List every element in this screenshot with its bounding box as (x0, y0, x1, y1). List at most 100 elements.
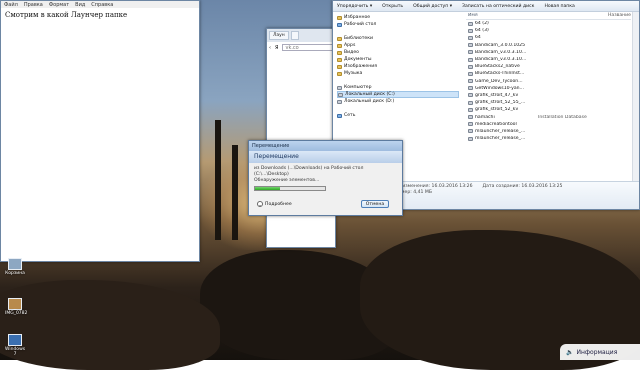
file-icon (468, 43, 473, 48)
share-button[interactable]: Общий доступ ▾ (413, 4, 452, 9)
nav-item[interactable]: Избранное (337, 14, 459, 21)
desktop-icon-image[interactable]: IMG_0782 (5, 298, 27, 316)
file-icon (468, 28, 473, 33)
file-name-cell: Game_Dev_Tycoon... (466, 79, 536, 84)
file-icon (468, 79, 473, 84)
browser-tab[interactable]: Лаун (269, 31, 289, 40)
file-name: Game_Dev_Tycoon... (475, 78, 523, 84)
music-icon (337, 71, 342, 76)
yandex-icon[interactable]: Я (275, 45, 278, 51)
file-icon (468, 57, 473, 62)
vertical-scrollbar[interactable] (632, 12, 639, 181)
file-row[interactable]: GetWindows10-yan... (466, 85, 631, 92)
column-name[interactable]: Имя (466, 13, 531, 18)
browser-address-row: ‹ Я vk.co (267, 42, 335, 53)
nav-item[interactable]: Документы (337, 56, 459, 63)
file-name: grafik_stroit_52_kv (475, 107, 519, 113)
browser-tab[interactable] (290, 31, 299, 40)
nav-item[interactable] (337, 28, 459, 35)
nav-item[interactable]: Рабочий стол (337, 21, 459, 28)
notepad-text-area[interactable]: Смотрим в какой Лаунчер папке (1, 8, 199, 22)
star-icon (337, 15, 342, 20)
file-row[interactable]: grafik_stroit_47_kv (466, 92, 631, 99)
desktop-icon-recycle-bin[interactable]: Корзина (5, 258, 25, 276)
drive-icon (338, 92, 343, 97)
desktop-icon-windows[interactable]: Windows 7 (5, 334, 25, 357)
nav-item[interactable]: Локальный диск (D:) (337, 98, 459, 105)
file-icon (468, 115, 473, 120)
more-details-toggle[interactable]: ⌄ Подробнее (257, 201, 292, 207)
file-row[interactable]: Bandicam_v3.0.3.10... (466, 49, 631, 56)
open-button[interactable]: Открыть (382, 4, 403, 9)
address-bar[interactable]: vk.co (282, 44, 333, 51)
library-icon (337, 36, 342, 41)
file-icon (468, 136, 473, 141)
file-name: grafik_stroit_47_kv (475, 92, 519, 98)
file-row[interactable]: BlueStacks2_native (466, 63, 631, 70)
menu-help[interactable]: Справка (91, 2, 113, 8)
file-icon (468, 21, 473, 26)
nav-item[interactable]: Изображения (337, 63, 459, 70)
nav-item[interactable]: Локальный диск (C:) (337, 91, 459, 98)
organize-button[interactable]: Упорядочить ▾ (337, 4, 372, 9)
nav-item[interactable]: Сеть (337, 112, 459, 119)
file-name: 64 (3) (475, 28, 489, 34)
column-title[interactable]: Название (608, 13, 631, 18)
file-list: Имя Название 64 (2) 64 (3) 64 Bandicam_3.0.… (466, 12, 631, 181)
file-name: 64 (475, 35, 481, 41)
browser-tabs: Лаун (267, 29, 335, 42)
nav-item[interactable]: Библиотеки (337, 35, 459, 42)
file-icon (468, 50, 473, 55)
file-name: 64 (2) (475, 21, 489, 27)
folder-icon (337, 43, 342, 48)
burn-button[interactable]: Записать на оптический диск (462, 4, 534, 9)
nav-item-label: Рабочий стол (344, 22, 377, 27)
desktop-icon (337, 22, 342, 27)
file-row[interactable]: 64 (466, 34, 631, 41)
nav-item-label: Локальный диск (D:) (344, 99, 395, 104)
menu-file[interactable]: Файл (4, 2, 18, 8)
file-row[interactable]: mediacreationtool (466, 121, 631, 128)
file-row[interactable]: 64 (3) (466, 27, 631, 34)
menu-view[interactable]: Вид (75, 2, 85, 8)
file-row[interactable]: hamachi Installation Database (466, 113, 631, 120)
file-name: BlueStacks2_native (475, 64, 520, 70)
nav-item[interactable]: Музыка (337, 70, 459, 77)
file-name: hamachi (475, 114, 495, 120)
nav-item[interactable]: Видео (337, 49, 459, 56)
notification-popup[interactable]: 🔈 Информация (560, 344, 640, 360)
file-row[interactable]: grafik_stroit_52_55_... (466, 99, 631, 106)
more-details-label: Подробнее (265, 201, 292, 207)
file-name: Bandicam_v3.0.3.10... (475, 49, 527, 55)
move-dialog: Перемещение Перемещение из Downloads (..… (248, 140, 403, 216)
nav-item-label: Избранное (344, 15, 371, 20)
file-icon (468, 35, 473, 40)
menu-edit[interactable]: Правка (24, 2, 43, 8)
file-name: mlauncher_release_... (475, 128, 526, 134)
nav-item-label: Локальный диск (C:) (345, 92, 395, 97)
network-icon (337, 113, 342, 118)
cancel-button[interactable]: Отмена (361, 200, 389, 208)
file-name: Bandicam_v3.0.3.10... (475, 57, 527, 63)
file-row[interactable]: grafik_stroit_52_kv (466, 106, 631, 113)
back-icon[interactable]: ‹ (269, 45, 271, 51)
file-name-cell: grafik_stroit_47_kv (466, 93, 536, 98)
file-row[interactable]: mlauncher_release_... (466, 128, 631, 135)
new-folder-button[interactable]: Новая папка (544, 4, 574, 9)
chevron-down-icon: ⌄ (257, 201, 263, 207)
file-name-cell: mlauncher_release_... (466, 129, 536, 134)
nav-item[interactable] (337, 105, 459, 112)
file-name: Bandicam_3.0.0.1025 (475, 42, 526, 48)
nav-item-label: Компьютер (344, 85, 372, 90)
file-row[interactable]: BlueStacks-ThinInst... (466, 70, 631, 77)
file-row[interactable]: Bandicam_v3.0.3.10... (466, 56, 631, 63)
computer-icon (337, 85, 342, 90)
file-row[interactable]: Bandicam_3.0.0.1025 (466, 42, 631, 49)
nav-item[interactable]: Компьютер (337, 84, 459, 91)
menu-format[interactable]: Формат (49, 2, 69, 8)
nav-item[interactable]: Apps (337, 42, 459, 49)
file-row[interactable]: Game_Dev_Tycoon... (466, 78, 631, 85)
nav-item[interactable] (337, 77, 459, 84)
file-row[interactable]: mlauncher_release_... (466, 135, 631, 142)
file-row[interactable]: 64 (2) (466, 20, 631, 27)
